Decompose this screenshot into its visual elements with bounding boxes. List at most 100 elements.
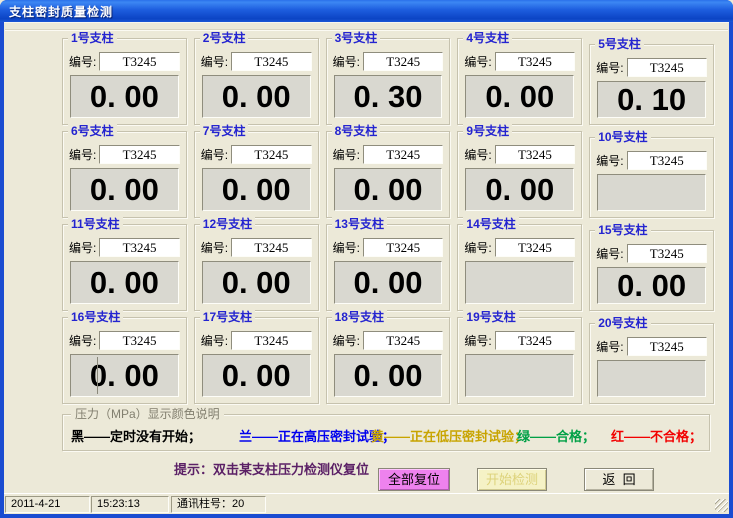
pillar-panel-5: 5号支柱 编号: T3245 0. 10 (589, 44, 714, 125)
pillar-panel-1: 1号支柱 编号: T3245 0. 00 (62, 38, 187, 125)
pressure-display[interactable] (465, 261, 574, 304)
code-label: 编号: (201, 332, 228, 349)
pillar-panel-title: 16号支柱 (68, 310, 123, 324)
pillar-panel-12: 12号支柱 编号: T3245 0. 00 (194, 224, 319, 311)
code-input[interactable]: T3245 (495, 52, 575, 71)
pressure-value: 0. 10 (617, 84, 686, 115)
code-input[interactable]: T3245 (231, 331, 311, 350)
code-label: 编号: (464, 53, 491, 70)
pressure-display[interactable] (597, 174, 706, 211)
reset-all-button[interactable]: 全部复位 (378, 468, 450, 491)
pillar-panel-19: 19号支柱 编号: T3245 (457, 317, 582, 404)
code-input[interactable]: T3245 (231, 238, 311, 257)
pressure-display[interactable]: 0. 00 (202, 354, 311, 397)
pillar-code-row: 编号: T3245 (596, 337, 707, 356)
code-input[interactable]: T3245 (363, 52, 443, 71)
pillar-panel-15: 15号支柱 编号: T3245 0. 00 (589, 230, 714, 311)
pillar-panel-17: 17号支柱 编号: T3245 0. 00 (194, 317, 319, 404)
code-label: 编号: (69, 332, 96, 349)
pillar-panel-4: 4号支柱 编号: T3245 0. 00 (457, 38, 582, 125)
code-input[interactable]: T3245 (99, 52, 179, 71)
pressure-display[interactable]: 0. 00 (334, 261, 443, 304)
pressure-value: 0. 00 (90, 174, 159, 205)
code-input[interactable]: T3245 (231, 52, 311, 71)
code-input[interactable]: T3245 (627, 58, 707, 77)
code-input[interactable]: T3245 (495, 238, 575, 257)
pressure-display[interactable]: 0. 00 (202, 168, 311, 211)
pillar-code-row: 编号: T3245 (333, 238, 444, 257)
pillar-code-row: 编号: T3245 (333, 145, 444, 164)
pressure-display[interactable]: 0. 10 (597, 81, 706, 118)
pillar-panel-title: 17号支柱 (200, 310, 255, 324)
pillar-panel-16: 16号支柱 编号: T3245 0. 00 (62, 317, 187, 404)
pressure-display[interactable]: 0. 00 (70, 75, 179, 118)
pillar-code-row: 编号: T3245 (596, 58, 707, 77)
window-title: 支柱密封质量检测 (9, 3, 113, 20)
pressure-display[interactable]: 0. 00 (334, 354, 443, 397)
pillar-panel-title: 4号支柱 (463, 31, 512, 45)
pressure-display[interactable]: 0. 00 (465, 75, 574, 118)
code-input[interactable]: T3245 (99, 331, 179, 350)
pressure-display[interactable]: 0. 00 (202, 261, 311, 304)
code-input[interactable]: T3245 (231, 145, 311, 164)
code-label: 编号: (333, 239, 360, 256)
code-input[interactable]: T3245 (363, 331, 443, 350)
pillar-panel-title: 8号支柱 (332, 124, 381, 138)
pillar-panel-6: 6号支柱 编号: T3245 0. 00 (62, 131, 187, 218)
code-input[interactable]: T3245 (627, 337, 707, 356)
code-label: 编号: (69, 53, 96, 70)
code-label: 编号: (596, 152, 623, 169)
pressure-display[interactable]: 0. 00 (202, 75, 311, 118)
pillar-code-row: 编号: T3245 (596, 151, 707, 170)
pillar-code-row: 编号: T3245 (464, 52, 575, 71)
pillar-code-row: 编号: T3245 (596, 244, 707, 263)
code-input[interactable]: T3245 (363, 145, 443, 164)
pressure-display[interactable]: 0. 00 (70, 168, 179, 211)
code-input[interactable]: T3245 (99, 238, 179, 257)
pressure-display[interactable]: 0. 00 (70, 261, 179, 304)
pillar-panel-9: 9号支柱 编号: T3245 0. 00 (457, 131, 582, 218)
pillar-code-row: 编号: T3245 (464, 331, 575, 350)
code-label: 编号: (333, 53, 360, 70)
pillar-panel-18: 18号支柱 编号: T3245 0. 00 (326, 317, 451, 404)
pillar-panel-title: 9号支柱 (463, 124, 512, 138)
pillar-panel-3: 3号支柱 编号: T3245 0. 30 (326, 38, 451, 125)
legend-item: 绿——合格； (517, 426, 595, 445)
code-label: 编号: (201, 239, 228, 256)
code-input[interactable]: T3245 (363, 238, 443, 257)
code-label: 编号: (333, 146, 360, 163)
pressure-value: 0. 00 (90, 360, 159, 391)
pressure-display[interactable]: 0. 00 (465, 168, 574, 211)
pillar-code-row: 编号: T3245 (69, 331, 180, 350)
pressure-display[interactable]: 0. 00 (597, 267, 706, 304)
pressure-value: 0. 00 (222, 267, 291, 298)
pillar-panel-14: 14号支柱 编号: T3245 (457, 224, 582, 311)
status-date: 2011-4-21 (5, 496, 90, 513)
code-input[interactable]: T3245 (495, 145, 575, 164)
pressure-value: 0. 00 (90, 81, 159, 112)
legend-item: 红——不合格； (611, 426, 702, 445)
pillar-grid: 1号支柱 编号: T3245 0. 00 2号支柱 编号: T3245 0. 0… (62, 38, 714, 404)
pillar-code-row: 编号: T3245 (333, 331, 444, 350)
title-bar[interactable]: 支柱密封质量检测 (0, 0, 733, 22)
pillar-panel-11: 11号支柱 编号: T3245 0. 00 (62, 224, 187, 311)
pillar-panel-13: 13号支柱 编号: T3245 0. 00 (326, 224, 451, 311)
back-button[interactable]: 返 回 (584, 468, 654, 491)
resize-grip[interactable] (715, 499, 728, 512)
code-input[interactable]: T3245 (627, 151, 707, 170)
pressure-display[interactable]: 0. 00 (70, 354, 179, 397)
pressure-display[interactable]: 0. 00 (334, 168, 443, 211)
code-input[interactable]: T3245 (99, 145, 179, 164)
pressure-display[interactable] (597, 360, 706, 397)
pressure-display[interactable]: 0. 30 (334, 75, 443, 118)
status-comm-pillar-count: 通讯柱号：20 (171, 496, 266, 513)
code-label: 编号: (201, 53, 228, 70)
code-label: 编号: (596, 59, 623, 76)
pressure-display[interactable] (465, 354, 574, 397)
code-input[interactable]: T3245 (495, 331, 575, 350)
pillar-panel-7: 7号支柱 编号: T3245 0. 00 (194, 131, 319, 218)
reset-hint-text: 提示：双击某支柱压力检测仪复位 (174, 459, 369, 478)
start-detection-button[interactable]: 开始检测 (477, 468, 547, 491)
code-input[interactable]: T3245 (627, 244, 707, 263)
legend-items: 黑——定时没有开始；兰——正在高压密封试验；黄——正在低压密封试验；绿——合格；… (63, 415, 709, 450)
